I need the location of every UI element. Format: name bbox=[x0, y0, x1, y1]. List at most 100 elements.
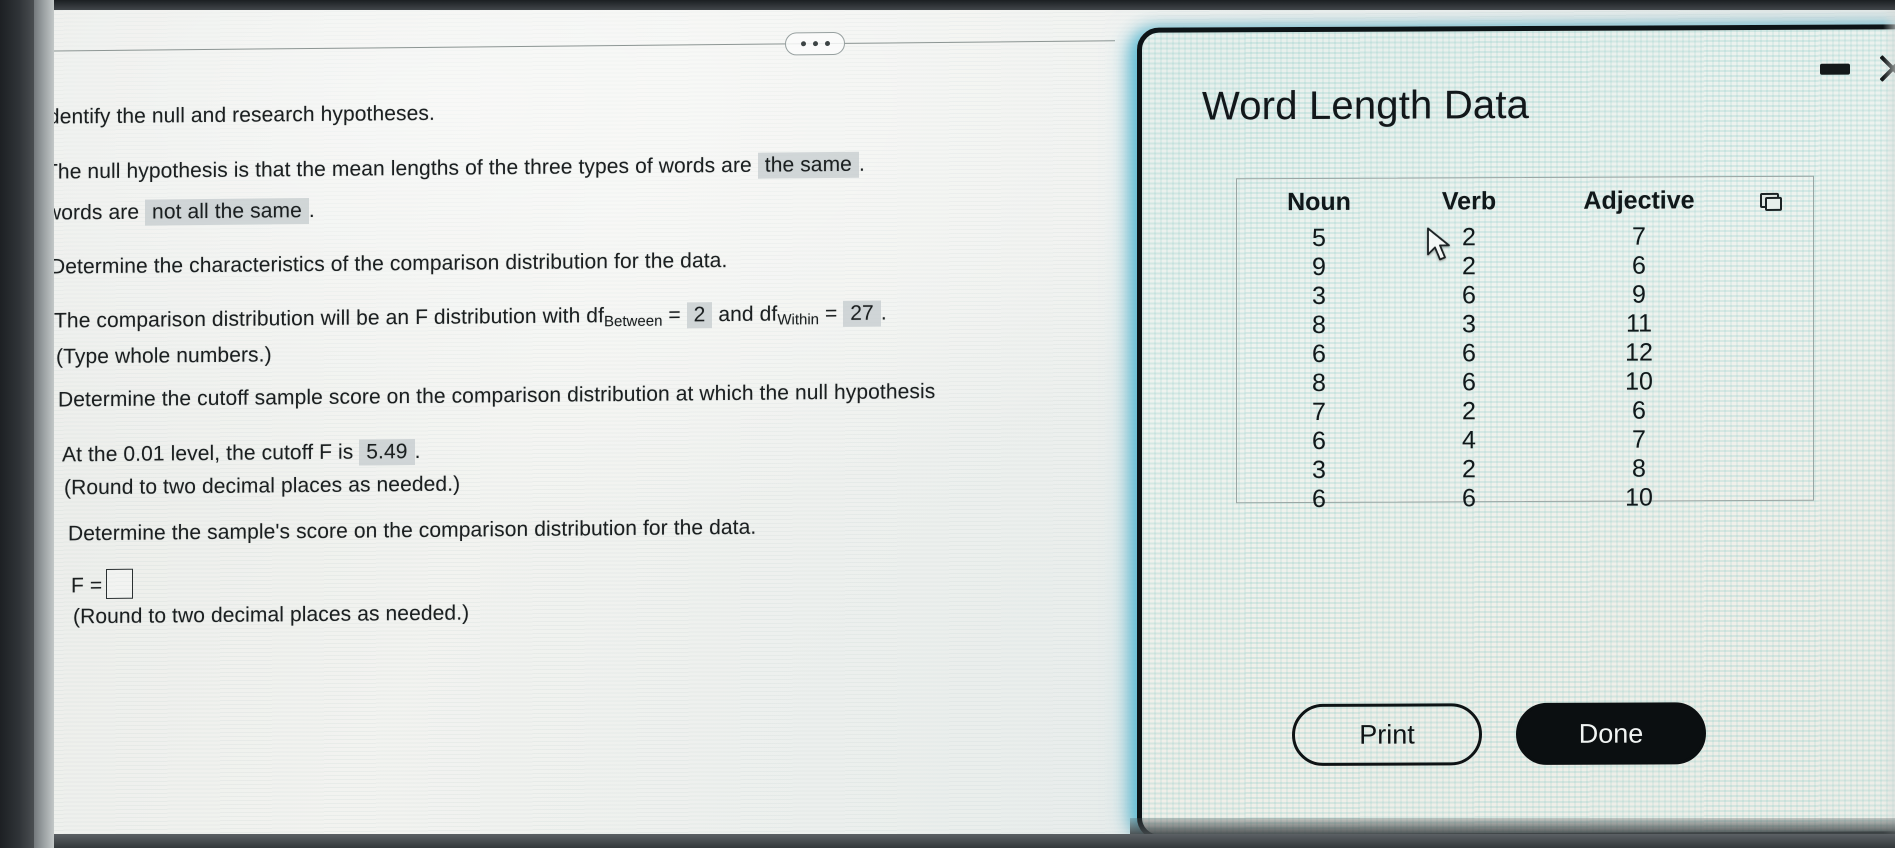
cell-spacer bbox=[1734, 425, 1804, 454]
table-body: 5 2 7 9 2 6 3 6 9 8 3 11 6 6 12 8 6 10 7… bbox=[1244, 222, 1804, 514]
minimize-icon[interactable] bbox=[1820, 63, 1850, 75]
df-period: . bbox=[880, 301, 887, 325]
null-hypothesis-answer[interactable]: the same bbox=[757, 151, 859, 179]
cell-spacer bbox=[1734, 338, 1804, 367]
cutoff-text: At the 0.01 level, the cutoff F is bbox=[62, 440, 354, 467]
null-hypothesis-line: The null hypothesis is that the mean len… bbox=[45, 151, 865, 185]
null-hypothesis-text: The null hypothesis is that the mean len… bbox=[45, 153, 752, 184]
table-row: 8 3 11 bbox=[1244, 309, 1804, 340]
df-within-value[interactable]: 27 bbox=[843, 300, 881, 327]
ellipsis-dot-3 bbox=[824, 41, 830, 47]
table-row: 8 6 10 bbox=[1244, 367, 1804, 398]
cell-noun: 3 bbox=[1312, 281, 1326, 310]
df-line-text-a: The comparison distribution will be an F… bbox=[54, 304, 605, 333]
more-options-icon[interactable] bbox=[785, 31, 845, 56]
df-within-subscript: Within bbox=[777, 311, 820, 329]
screenshot-root: Identify the null and research hypothese… bbox=[0, 0, 1895, 848]
cell-noun: 6 bbox=[1312, 339, 1326, 368]
table-row: 3 6 9 bbox=[1244, 280, 1804, 311]
round-note-1: (Round to two decimal places as needed.) bbox=[64, 472, 461, 500]
cell-verb: 2 bbox=[1462, 223, 1476, 252]
cell-verb: 6 bbox=[1462, 484, 1476, 513]
df-equals-b: = bbox=[819, 301, 844, 326]
cell-verb: 6 bbox=[1462, 368, 1476, 397]
df-line-text-b: and df bbox=[712, 302, 778, 327]
cell-verb: 6 bbox=[1462, 339, 1476, 368]
cell-verb: 3 bbox=[1462, 310, 1476, 339]
research-hypothesis-answer[interactable]: not all the same bbox=[145, 198, 309, 226]
research-hypothesis-period: . bbox=[308, 198, 315, 223]
ellipsis-dot-1 bbox=[800, 41, 806, 47]
cell-verb: 4 bbox=[1462, 426, 1476, 455]
print-button[interactable]: Print bbox=[1292, 703, 1482, 767]
cell-adjective: 6 bbox=[1632, 251, 1646, 280]
prompt-sample-score: Determine the sample's score on the comp… bbox=[68, 515, 757, 546]
cell-adjective: 10 bbox=[1625, 483, 1653, 512]
table-row: 6 6 10 bbox=[1244, 483, 1804, 514]
df-equals-a: = bbox=[662, 303, 687, 327]
cell-noun: 3 bbox=[1312, 455, 1326, 484]
column-header-verb: Verb bbox=[1441, 187, 1497, 216]
worksheet-pane: Identify the null and research hypothese… bbox=[0, 0, 1180, 848]
cell-verb: 6 bbox=[1462, 281, 1476, 310]
cell-adjective: 9 bbox=[1632, 280, 1646, 309]
table-head: Noun Verb Adjective bbox=[1244, 186, 1804, 224]
prompt-cutoff-sample-score: Determine the cutoff sample score on the… bbox=[58, 380, 936, 412]
cell-noun: 6 bbox=[1312, 426, 1326, 455]
dialog-title: Word Length Data bbox=[1202, 83, 1530, 129]
cutoff-f-value[interactable]: 5.49 bbox=[359, 439, 415, 466]
copy-icon-cell bbox=[1734, 186, 1804, 222]
table-header-row: Noun Verb Adjective bbox=[1244, 186, 1804, 224]
research-hypothesis-line: words are not all the same. bbox=[46, 198, 315, 226]
cell-noun: 6 bbox=[1312, 484, 1326, 513]
cell-adjective: 10 bbox=[1625, 367, 1653, 396]
df-between-value[interactable]: 2 bbox=[686, 302, 713, 329]
research-hypothesis-text: words are bbox=[46, 200, 140, 225]
cell-spacer bbox=[1734, 454, 1804, 483]
cutoff-line: At the 0.01 level, the cutoff F is 5.49. bbox=[62, 439, 421, 467]
cell-verb: 2 bbox=[1462, 455, 1476, 484]
cell-spacer bbox=[1734, 280, 1804, 309]
done-button[interactable]: Done bbox=[1516, 702, 1706, 766]
cell-spacer bbox=[1734, 483, 1804, 512]
table-row: 9 2 6 bbox=[1244, 251, 1804, 282]
f-label: F = bbox=[71, 574, 103, 598]
column-header-adjective: Adjective bbox=[1583, 186, 1695, 215]
table-row: 7 2 6 bbox=[1244, 396, 1804, 427]
cell-spacer bbox=[1734, 222, 1804, 251]
cell-adjective: 8 bbox=[1632, 454, 1646, 483]
cell-adjective: 7 bbox=[1632, 425, 1646, 454]
cell-noun: 9 bbox=[1312, 252, 1326, 281]
monitor-bezel-top bbox=[0, 0, 1895, 10]
worksheet-divider bbox=[30, 29, 1150, 64]
cell-spacer bbox=[1734, 396, 1804, 425]
table-row: 6 6 12 bbox=[1244, 338, 1804, 369]
ellipsis-dot-2 bbox=[812, 41, 818, 47]
copy-icon[interactable] bbox=[1759, 192, 1779, 209]
df-between-subscript: Between bbox=[604, 312, 663, 331]
cell-adjective: 6 bbox=[1632, 396, 1646, 425]
cell-spacer bbox=[1734, 367, 1804, 396]
f-input-field[interactable] bbox=[106, 568, 134, 599]
round-note-2: (Round to two decimal places as needed.) bbox=[73, 601, 470, 629]
prompt-identify-hypotheses: Identify the null and research hypothese… bbox=[42, 101, 435, 129]
column-header-noun: Noun bbox=[1287, 187, 1351, 217]
cell-noun: 8 bbox=[1312, 368, 1326, 397]
type-whole-numbers-note: (Type whole numbers.) bbox=[56, 343, 272, 369]
cell-spacer bbox=[1734, 309, 1804, 338]
table-row: 6 4 7 bbox=[1244, 425, 1804, 456]
monitor-bezel-left bbox=[0, 0, 34, 848]
cell-noun: 8 bbox=[1312, 310, 1326, 339]
word-length-data-dialog: Word Length Data Noun Verb Adjective 5 2… bbox=[1137, 24, 1895, 840]
table-row: 3 2 8 bbox=[1244, 454, 1804, 485]
df-line: The comparison distribution will be an F… bbox=[54, 300, 887, 335]
cell-adjective: 12 bbox=[1625, 338, 1653, 367]
cell-noun: 7 bbox=[1312, 397, 1326, 426]
cell-adjective: 7 bbox=[1632, 222, 1646, 251]
cell-verb: 2 bbox=[1462, 397, 1476, 426]
f-answer-row: F = bbox=[71, 568, 134, 600]
monitor-right-edge bbox=[1883, 0, 1895, 848]
monitor-bezel-bottom bbox=[0, 834, 1895, 848]
table-row: 5 2 7 bbox=[1244, 222, 1804, 253]
cell-noun: 5 bbox=[1312, 223, 1326, 252]
